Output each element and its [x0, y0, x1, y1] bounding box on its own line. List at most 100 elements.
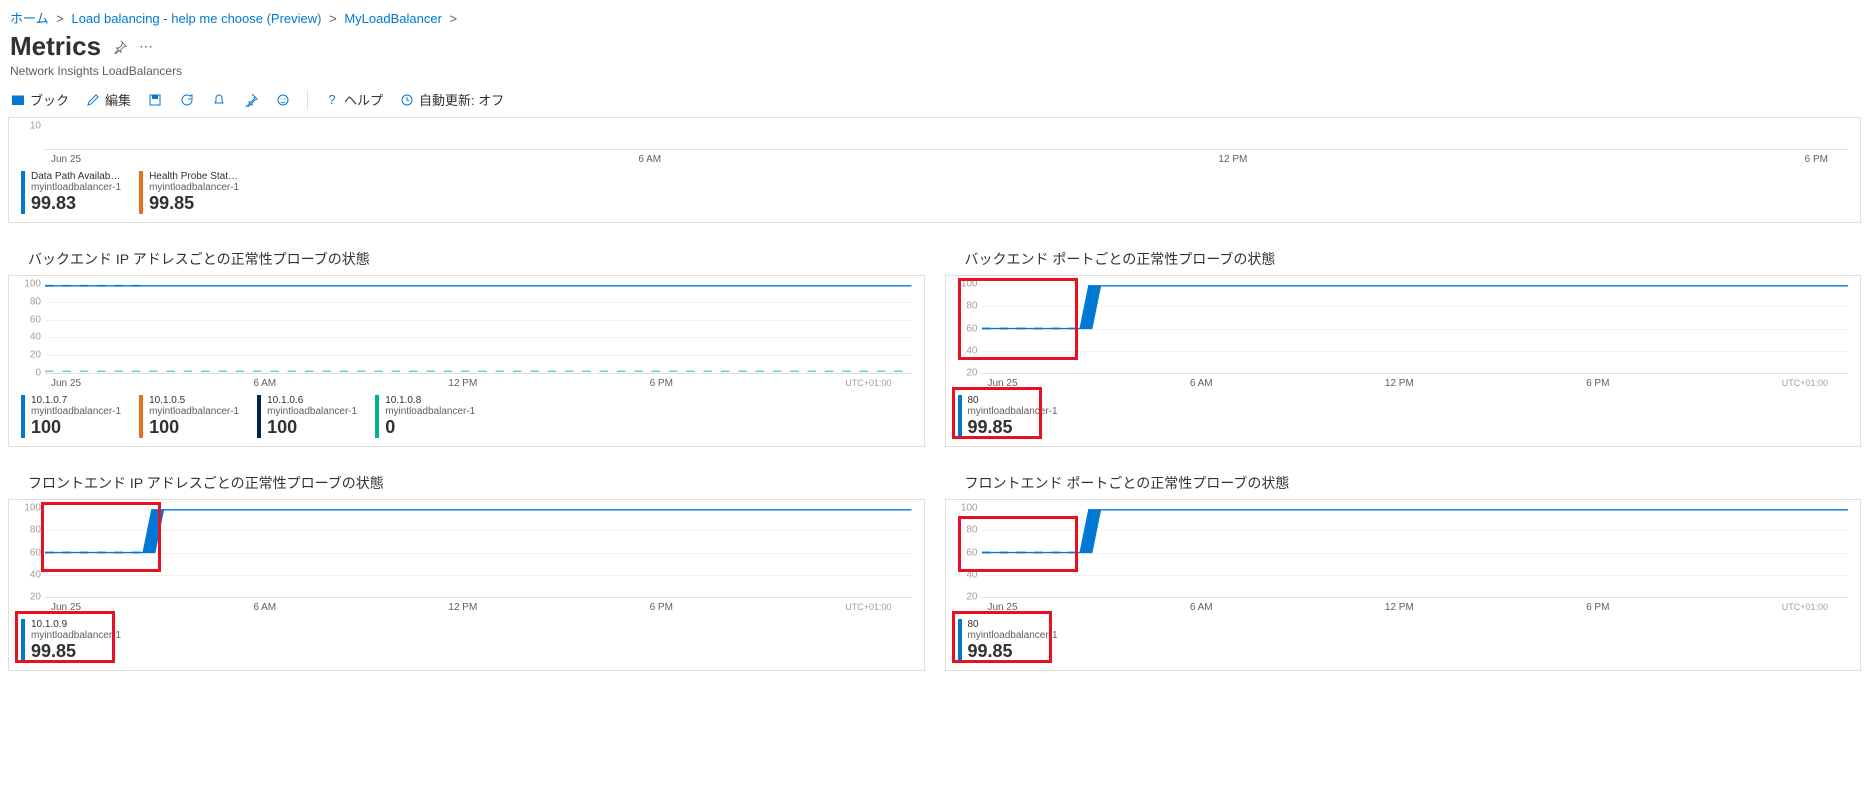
x-tick: Jun 25 [51, 378, 81, 389]
y-tick: 20 [21, 350, 41, 361]
breadcrumb-sep: > [329, 11, 337, 26]
legend-value: 100 [267, 417, 357, 438]
auto-refresh-button[interactable]: 自動更新: オフ [399, 90, 504, 109]
legend-title: Data Path Availabili... [31, 171, 121, 182]
legend-item[interactable]: 10.1.0.6myintloadbalancer-1100 [257, 395, 357, 438]
y-tick: 20 [958, 368, 978, 379]
legend-title: 10.1.0.5 [149, 395, 239, 406]
breadcrumb-lb-help[interactable]: Load balancing - help me choose (Preview… [71, 11, 321, 26]
legend-sub: myintloadbalancer-1 [149, 406, 239, 417]
legend-title: Health Probe Status ... [149, 171, 239, 182]
pin-toolbar-icon[interactable] [243, 92, 259, 108]
timezone: UTC+01:00 [1782, 378, 1828, 389]
chart-frontend-ip: 100 80 60 40 20 Jun 25 6 AM 12 PM 6 PM U… [8, 499, 925, 671]
legend-sub: myintloadbalancer-1 [31, 406, 121, 417]
book-button[interactable]: ブック [10, 90, 69, 109]
highlight-box [958, 278, 1078, 360]
legend-sub: myintloadbalancer-1 [31, 182, 121, 193]
x-tick: 12 PM [448, 378, 477, 389]
pin-icon[interactable] [113, 40, 127, 54]
chart-backend-port: 100 80 60 40 20 Jun 25 6 AM 12 PM 6 PM U… [945, 275, 1862, 447]
highlight-box [952, 611, 1052, 663]
x-tick: 6 AM [1190, 378, 1213, 389]
chart-plot[interactable]: 100 80 60 40 20 [982, 508, 1849, 598]
more-icon[interactable]: ⋯ [139, 38, 153, 55]
chart-line [982, 284, 1849, 373]
chart-title: フロントエンド IP アドレスごとの正常性プローブの状態 [28, 473, 925, 493]
x-tick: 6 PM [1805, 154, 1828, 165]
legend-value: 99.83 [31, 193, 121, 214]
chart-title: フロントエンド ポートごとの正常性プローブの状態 [965, 473, 1862, 493]
legend-row: Data Path Availabili... myintloadbalance… [21, 167, 1848, 214]
x-axis: Jun 25 6 AM 12 PM 6 PM UTC+01:00 [958, 374, 1849, 391]
legend-item[interactable]: 10.1.0.8myintloadbalancer-10 [375, 395, 475, 438]
bell-icon[interactable] [211, 92, 227, 108]
highlight-box [41, 502, 161, 572]
x-tick: 6 PM [650, 602, 673, 613]
legend-title: 10.1.0.8 [385, 395, 475, 406]
x-axis: Jun 25 6 AM 12 PM 6 PM UTC+01:00 [21, 598, 912, 615]
breadcrumb: ホーム > Load balancing - help me choose (P… [0, 0, 1869, 31]
book-icon [10, 92, 26, 108]
highlight-box [958, 516, 1078, 572]
legend-sub: myintloadbalancer-1 [267, 406, 357, 417]
breadcrumb-home[interactable]: ホーム [10, 11, 49, 26]
page-subtitle: Network Insights LoadBalancers [0, 64, 1869, 86]
question-icon: ? [324, 92, 340, 108]
help-label: ヘルプ [344, 90, 383, 109]
y-tick: 20 [21, 592, 41, 603]
chart-line [45, 284, 912, 373]
timezone: UTC+01:00 [845, 378, 891, 389]
breadcrumb-sep: > [450, 11, 458, 26]
timezone: UTC+01:00 [845, 602, 891, 613]
clock-icon [399, 92, 415, 108]
toolbar-separator [307, 91, 308, 109]
x-tick: 12 PM [1218, 154, 1247, 165]
legend-item[interactable]: 10.1.0.7myintloadbalancer-1100 [21, 395, 121, 438]
legend-value: 100 [149, 417, 239, 438]
chart-line [982, 508, 1849, 597]
legend-item[interactable]: Health Probe Status ... myintloadbalance… [139, 171, 239, 214]
x-tick: 6 AM [1190, 602, 1213, 613]
pencil-icon [85, 92, 101, 108]
y-tick: 40 [21, 569, 41, 580]
help-button[interactable]: ? ヘルプ [324, 90, 383, 109]
x-tick: 12 PM [1385, 378, 1414, 389]
legend-title: 10.1.0.7 [31, 395, 121, 406]
auto-refresh-label: 自動更新: オフ [419, 90, 504, 109]
breadcrumb-lb-name[interactable]: MyLoadBalancer [344, 11, 442, 26]
legend-item[interactable]: 10.1.0.5myintloadbalancer-1100 [139, 395, 239, 438]
legend-value: 0 [385, 417, 475, 438]
legend-title: 10.1.0.6 [267, 395, 357, 406]
y-tick: 100 [21, 279, 41, 290]
edit-button[interactable]: 編集 [85, 90, 131, 109]
y-tick: 20 [958, 592, 978, 603]
chart-title: バックエンド IP アドレスごとの正常性プローブの状態 [28, 249, 925, 269]
y-tick: 100 [21, 503, 41, 514]
y-tick: 80 [21, 296, 41, 307]
highlight-box [15, 611, 115, 663]
refresh-icon[interactable] [179, 92, 195, 108]
legend-sub: myintloadbalancer-1 [149, 182, 239, 193]
x-tick: 6 PM [650, 378, 673, 389]
chart-plot[interactable]: 100 80 60 40 20 [982, 284, 1849, 374]
smiley-icon[interactable] [275, 92, 291, 108]
page-title: Metrics [10, 31, 101, 62]
book-label: ブック [30, 90, 69, 109]
x-tick: 6 AM [253, 378, 276, 389]
chart-line [45, 508, 912, 597]
x-tick: 6 AM [638, 154, 661, 165]
y-tick: 10 [21, 121, 41, 132]
x-axis: Jun 25 6 AM 12 PM 6 PM UTC+01:00 [21, 374, 912, 391]
x-tick: 12 PM [1385, 602, 1414, 613]
legend-color-bar [139, 171, 143, 214]
chart-title: バックエンド ポートごとの正常性プローブの状態 [965, 249, 1862, 269]
legend-value: 99.85 [149, 193, 239, 214]
x-tick: 12 PM [448, 602, 477, 613]
save-icon[interactable] [147, 92, 163, 108]
chart-plot[interactable]: 100 80 60 40 20 0 [45, 284, 912, 374]
legend-item[interactable]: Data Path Availabili... myintloadbalance… [21, 171, 121, 214]
legend-sub: myintloadbalancer-1 [385, 406, 475, 417]
chart-plot[interactable]: 100 80 60 40 20 [45, 508, 912, 598]
chart-frontend-port: 100 80 60 40 20 Jun 25 6 AM 12 PM 6 PM U… [945, 499, 1862, 671]
